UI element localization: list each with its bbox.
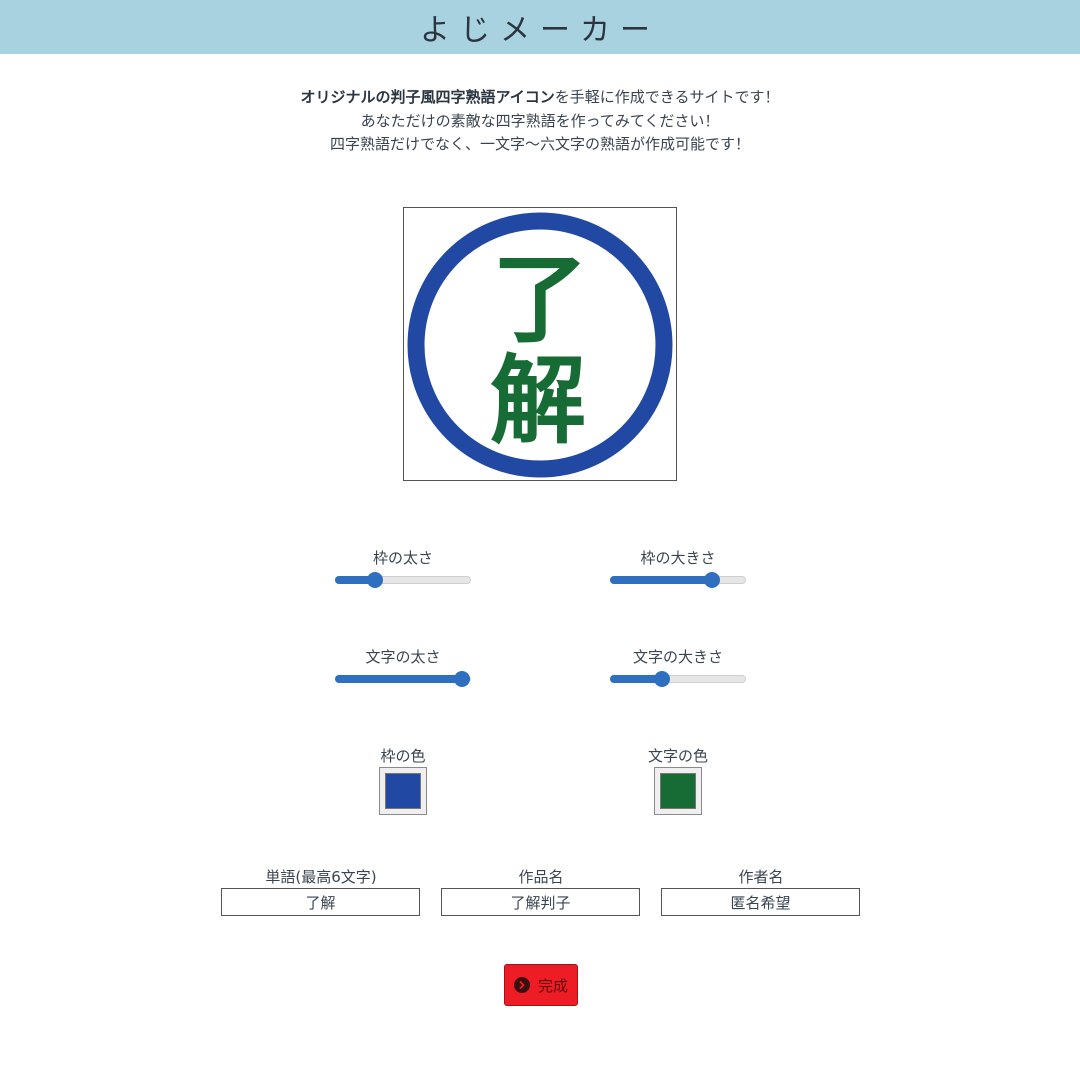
title-input[interactable] — [441, 888, 640, 916]
chevron-circle-right-icon — [513, 977, 530, 993]
done-label: 完成 — [537, 976, 568, 995]
author-input[interactable] — [661, 888, 860, 916]
text-weight-label: 文字の太さ — [365, 648, 441, 666]
frame-color-picker[interactable] — [379, 767, 427, 815]
intro-line-2: あなただけの素敵な四字熟語を作ってみてください！ — [360, 111, 720, 130]
frame-size-slider[interactable] — [610, 572, 746, 588]
text-weight-slider[interactable] — [335, 671, 471, 687]
text-color-picker[interactable] — [654, 767, 702, 815]
stamp-character: 解 — [490, 344, 586, 457]
text-color-label: 文字の色 — [647, 747, 708, 765]
word-field-label: 単語(最高6文字) — [265, 868, 377, 886]
frame-thickness-label: 枠の太さ — [372, 549, 433, 567]
stamp-character: 了 — [492, 243, 588, 356]
frame-color-swatch — [385, 773, 421, 809]
site-title: よじメーカー — [420, 13, 660, 48]
title-field-label: 作品名 — [518, 868, 564, 886]
intro-line-1: オリジナルの判子風四字熟語アイコンを手軽に作成できるサイトです！ — [300, 88, 780, 106]
frame-color-label: 枠の色 — [380, 747, 426, 765]
slider-thumb[interactable] — [367, 572, 383, 588]
done-button[interactable]: 完成 — [504, 964, 578, 1006]
text-size-slider[interactable] — [610, 671, 746, 687]
stamp-canvas: 了 解 — [407, 212, 673, 478]
word-input[interactable] — [221, 888, 420, 916]
slider-fill — [335, 675, 462, 683]
site-header: よじメーカー — [0, 0, 1080, 54]
author-field-label: 作者名 — [738, 868, 784, 886]
stamp-preview: 了 解 — [403, 207, 677, 481]
slider-thumb[interactable] — [454, 671, 470, 687]
slider-thumb[interactable] — [654, 671, 670, 687]
text-color-swatch — [660, 773, 696, 809]
intro-text: オリジナルの判子風四字熟語アイコンを手軽に作成できるサイトです！ あなただけの素… — [0, 86, 1080, 157]
text-size-label: 文字の大きさ — [632, 648, 723, 666]
slider-fill — [610, 576, 712, 584]
slider-thumb[interactable] — [704, 572, 720, 588]
frame-thickness-slider[interactable] — [335, 572, 471, 588]
frame-size-label: 枠の大きさ — [640, 549, 716, 567]
intro-line-3: 四字熟語だけでなく、一文字〜六文字の熟語が作成可能です！ — [329, 135, 750, 153]
intro-highlight: オリジナルの判子風四字熟語アイコン — [300, 88, 555, 106]
